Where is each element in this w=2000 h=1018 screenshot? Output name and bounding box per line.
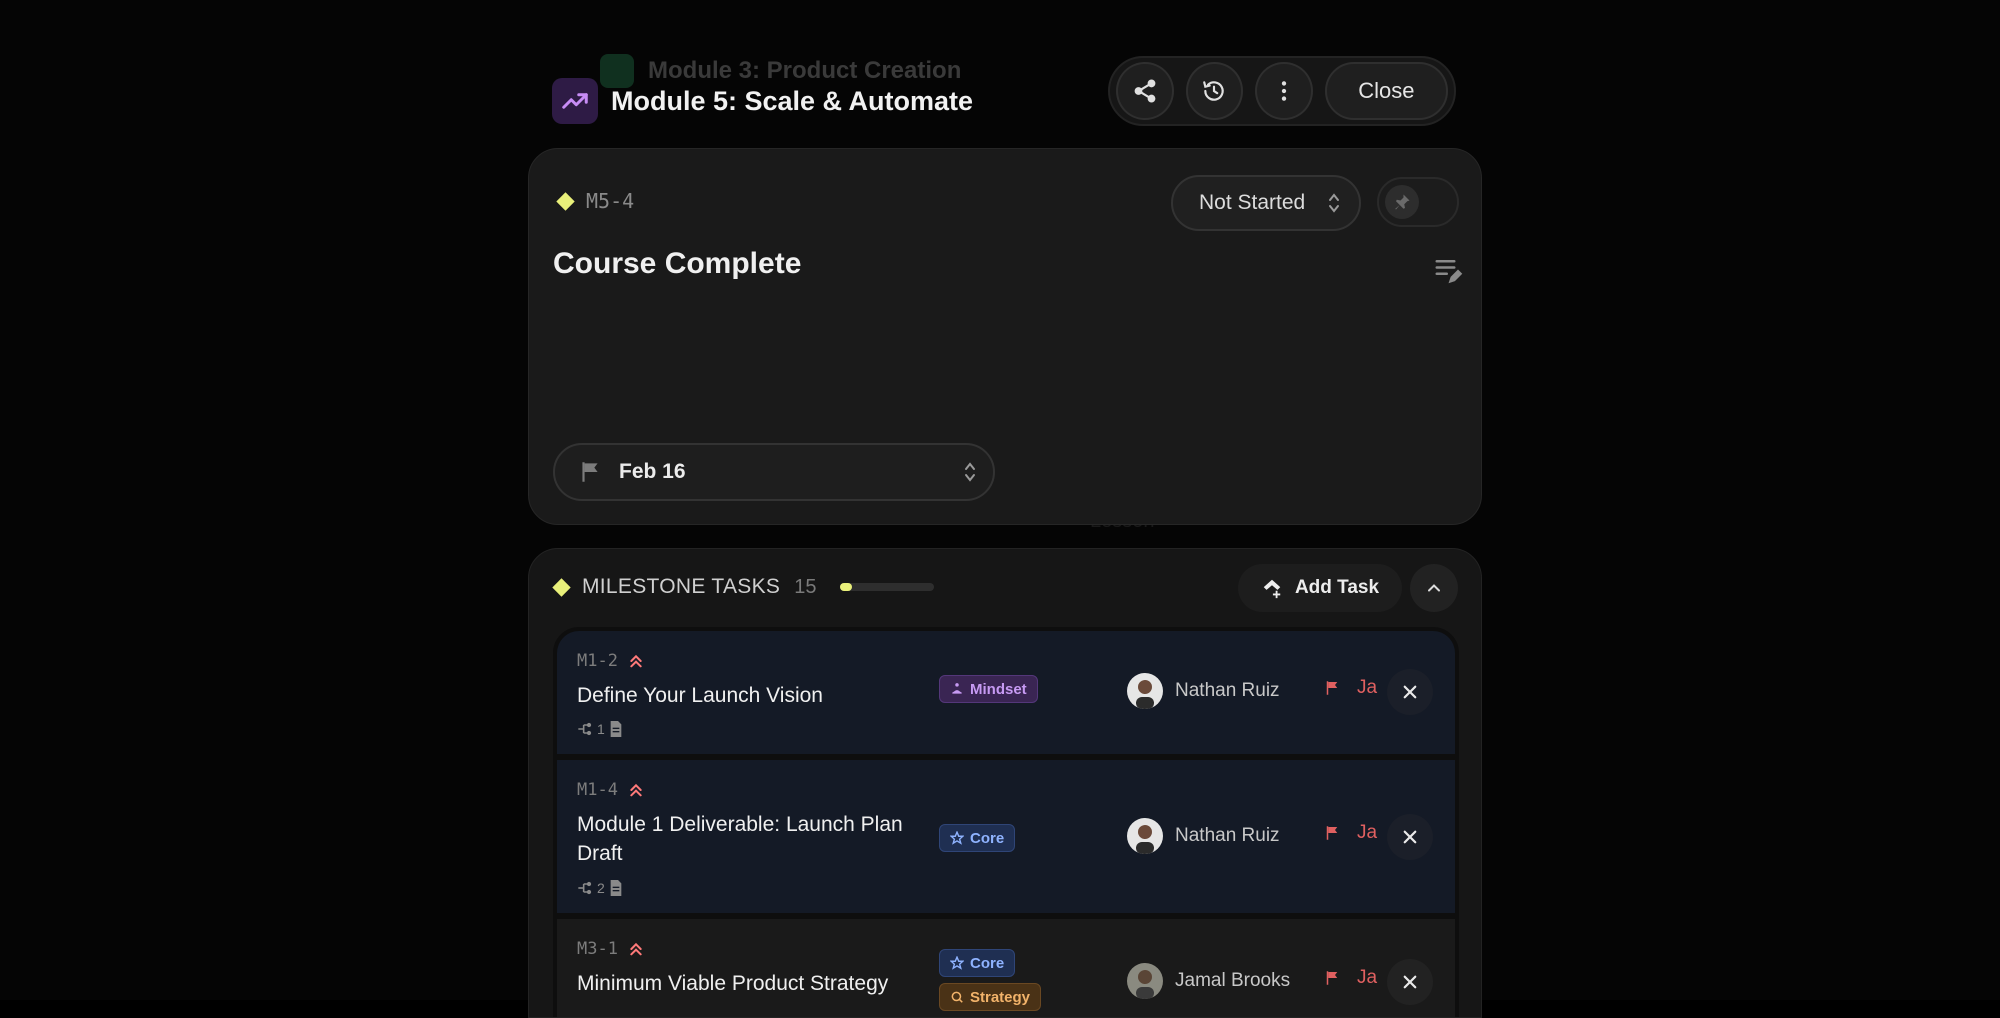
milestone-id-text: M5-4 — [586, 189, 634, 213]
assignee-name: Nathan Ruiz — [1175, 825, 1280, 847]
avatar — [1127, 673, 1163, 709]
subtask-icon — [577, 881, 593, 895]
chevron-up-icon — [1424, 578, 1444, 598]
task-meta: 1 — [577, 721, 623, 737]
task-due-text: Ja — [1357, 822, 1377, 844]
priority-high-icon — [628, 941, 644, 957]
task-tag-label: Core — [970, 955, 1004, 972]
close-icon — [1401, 683, 1419, 701]
remove-task-button[interactable] — [1387, 669, 1433, 715]
task-tag: Strategy — [939, 983, 1041, 1011]
avatar — [1127, 963, 1163, 999]
remove-task-button[interactable] — [1387, 959, 1433, 1005]
remove-task-button[interactable] — [1387, 814, 1433, 860]
task-tag-label: Core — [970, 830, 1004, 847]
pin-icon — [1385, 185, 1419, 219]
close-icon — [1401, 973, 1419, 991]
tasks-label: MILESTONE TASKS — [582, 575, 780, 599]
assignee-name: Jamal Brooks — [1175, 970, 1290, 992]
milestone-name[interactable]: Course Complete — [553, 247, 801, 281]
flag-icon — [1323, 679, 1341, 697]
task-meta: 2 — [577, 880, 623, 896]
share-icon — [1132, 78, 1158, 104]
diamond-icon — [556, 192, 574, 210]
task-row[interactable]: M1-2 Define Your Launch Vision 1 Mindset… — [557, 631, 1455, 754]
task-tag: Core — [939, 824, 1015, 852]
close-icon — [1401, 828, 1419, 846]
task-row[interactable]: M3-1 Minimum Viable Product Strategy Cor… — [557, 919, 1455, 1018]
document-icon — [609, 880, 623, 896]
task-id: M1-2 — [577, 651, 644, 671]
star-icon — [950, 956, 964, 970]
flag-icon — [577, 459, 603, 485]
assignee-name: Nathan Ruiz — [1175, 680, 1280, 702]
subtask-count: 1 — [597, 721, 605, 737]
milestone-tasks-section: MILESTONE TASKS 15 Add Task M1-2 Define … — [528, 548, 1482, 1018]
tasks-header: MILESTONE TASKS 15 — [555, 575, 934, 599]
modal-toolbar: Close — [1108, 56, 1456, 126]
flag-icon — [1323, 969, 1341, 987]
task-id-text: M1-2 — [577, 651, 618, 671]
share-button[interactable] — [1116, 62, 1174, 120]
collapse-button[interactable] — [1410, 564, 1458, 612]
priority-high-icon — [628, 653, 644, 669]
due-date-select[interactable]: Feb 16 — [553, 443, 995, 501]
task-list: M1-2 Define Your Launch Vision 1 Mindset… — [553, 627, 1459, 1018]
task-due: Ja — [1323, 677, 1383, 699]
milestone-card: M5-4 Not Started Course Complete Feb 16 — [528, 148, 1482, 525]
history-icon — [1201, 78, 1227, 104]
search-icon — [950, 990, 964, 1004]
subtask-count: 2 — [597, 880, 605, 896]
task-due: Ja — [1323, 967, 1383, 989]
add-task-button[interactable]: Add Task — [1238, 564, 1402, 612]
chevron-updown-icon — [1327, 191, 1341, 215]
modal-title: Module 5: Scale & Automate — [552, 78, 973, 124]
subtask-icon — [577, 722, 593, 736]
task-due-text: Ja — [1357, 677, 1377, 699]
star-icon — [950, 831, 964, 845]
task-row[interactable]: M1-4 Module 1 Deliverable: Launch Plan D… — [557, 760, 1455, 913]
task-assignee[interactable]: Nathan Ruiz — [1127, 673, 1280, 709]
close-button[interactable]: Close — [1325, 62, 1448, 120]
pin-toggle[interactable] — [1377, 177, 1459, 227]
add-task-icon — [1261, 577, 1283, 599]
status-select[interactable]: Not Started — [1171, 175, 1361, 231]
more-button[interactable] — [1255, 62, 1313, 120]
task-id-text: M3-1 — [577, 939, 618, 959]
chevron-updown-icon — [963, 460, 977, 484]
more-vertical-icon — [1271, 78, 1297, 104]
task-tag-label: Strategy — [970, 989, 1030, 1006]
task-tag: Mindset — [939, 675, 1038, 703]
task-due-text: Ja — [1357, 967, 1377, 989]
task-assignee[interactable]: Jamal Brooks — [1127, 963, 1290, 999]
tasks-count: 15 — [794, 576, 816, 599]
edit-notes-icon[interactable] — [1433, 255, 1463, 290]
history-button[interactable] — [1186, 62, 1244, 120]
document-icon — [609, 721, 623, 737]
priority-high-icon — [628, 782, 644, 798]
task-id-text: M1-4 — [577, 780, 618, 800]
flag-icon — [1323, 824, 1341, 842]
task-name: Module 1 Deliverable: Launch Plan Draft — [577, 810, 927, 868]
task-assignee[interactable]: Nathan Ruiz — [1127, 818, 1280, 854]
task-due: Ja — [1323, 822, 1383, 844]
due-date-value: Feb 16 — [619, 460, 686, 484]
meditation-icon — [950, 682, 964, 696]
task-id: M3-1 — [577, 939, 644, 959]
trending-up-icon — [552, 78, 598, 124]
avatar — [1127, 818, 1163, 854]
task-name: Minimum Viable Product Strategy — [577, 969, 927, 998]
milestone-id: M5-4 — [559, 189, 634, 213]
status-value: Not Started — [1199, 191, 1305, 215]
task-name: Define Your Launch Vision — [577, 681, 927, 710]
task-id: M1-4 — [577, 780, 644, 800]
add-task-label: Add Task — [1295, 577, 1379, 599]
diamond-icon — [552, 578, 570, 596]
tasks-progress-fill — [840, 583, 852, 591]
tasks-progress-bar — [840, 583, 934, 591]
task-tag: Core — [939, 949, 1015, 977]
task-tag-label: Mindset — [970, 681, 1027, 698]
modal-title-text: Module 5: Scale & Automate — [611, 86, 973, 117]
